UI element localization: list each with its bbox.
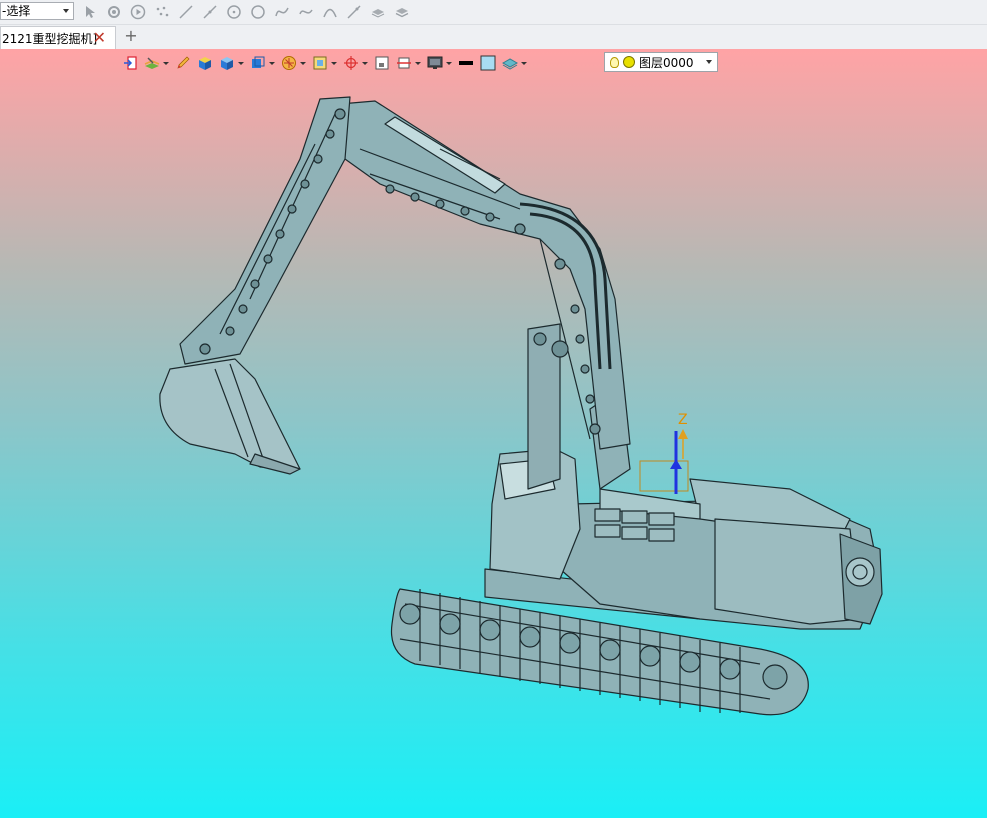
add-tab-icon[interactable]: + xyxy=(122,27,140,45)
layer-cube-icon[interactable] xyxy=(366,2,390,22)
select-pointer-icon[interactable] xyxy=(78,2,102,22)
circle-center-icon[interactable] xyxy=(222,2,246,22)
chevron-down-icon xyxy=(63,9,69,13)
selection-toolbar: -选择 xyxy=(0,0,987,25)
play-circle-icon[interactable] xyxy=(126,2,150,22)
filter-select[interactable]: -选择 xyxy=(0,2,74,20)
points-icon[interactable] xyxy=(150,2,174,22)
3d-viewport[interactable]: 图层0000 Z xyxy=(0,49,987,818)
document-tab-bar: 2121重型挖掘机] ✕ + xyxy=(0,25,987,50)
tab-label: 2121重型挖掘机] xyxy=(2,31,98,46)
transform-gizmo[interactable] xyxy=(639,429,689,494)
excavator-model[interactable] xyxy=(0,49,987,818)
select-gear-icon[interactable] xyxy=(102,2,126,22)
curve-icon[interactable] xyxy=(294,2,318,22)
stack-icon[interactable] xyxy=(390,2,414,22)
close-icon[interactable]: ✕ xyxy=(93,29,106,47)
line-icon[interactable] xyxy=(174,2,198,22)
circle-icon[interactable] xyxy=(246,2,270,22)
spline-icon[interactable] xyxy=(270,2,294,22)
tangent-line-icon[interactable] xyxy=(342,2,366,22)
ray-icon[interactable] xyxy=(198,2,222,22)
arc-icon[interactable] xyxy=(318,2,342,22)
tab-document[interactable]: 2121重型挖掘机] ✕ xyxy=(0,26,116,49)
z-axis-label: Z xyxy=(678,412,688,428)
filter-select-value: -选择 xyxy=(2,4,31,18)
